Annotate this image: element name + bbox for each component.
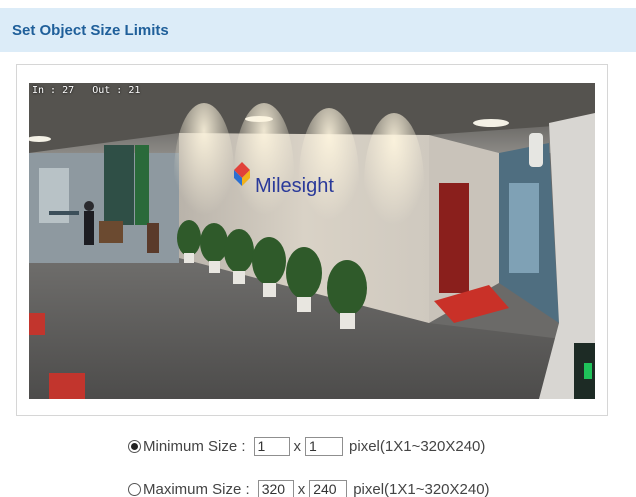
maximum-size-separator: x	[297, 480, 306, 497]
minimum-size-label: Minimum Size :	[143, 437, 246, 455]
people-count-overlay: In : 27 Out : 21	[32, 85, 141, 96]
maximum-size-radio[interactable]	[128, 482, 141, 496]
minimum-size-radio[interactable]	[128, 439, 141, 453]
maximum-size-row: Maximum Size : 320 x 240 pixel(1X1~320X2…	[128, 478, 490, 497]
maximum-size-range: pixel(1X1~320X240)	[353, 480, 490, 497]
camera-scene: Milesight	[29, 83, 595, 399]
video-preview-frame: Milesight In: 27 Out: 21	[16, 64, 608, 416]
brand-sign: Milesight	[255, 175, 334, 197]
minimum-width-input[interactable]: 1	[253, 436, 290, 456]
minimum-size-range: pixel(1X1~320X240)	[349, 437, 486, 455]
minimum-height-input[interactable]: 1	[305, 436, 344, 456]
maximum-size-label: Maximum Size :	[143, 480, 250, 497]
maximum-height-input[interactable]: 240	[309, 479, 348, 497]
section-title: Set Object Size Limits	[12, 22, 169, 39]
section-header: Set Object Size Limits	[0, 8, 636, 52]
minimum-size-row: Minimum Size : 1 x 1 pixel(1X1~320X240)	[128, 435, 485, 457]
minimum-size-separator: x	[293, 437, 302, 455]
maximum-width-input[interactable]: 320	[257, 479, 294, 497]
camera-live-view[interactable]: Milesight In: 27 Out: 21	[29, 83, 595, 399]
